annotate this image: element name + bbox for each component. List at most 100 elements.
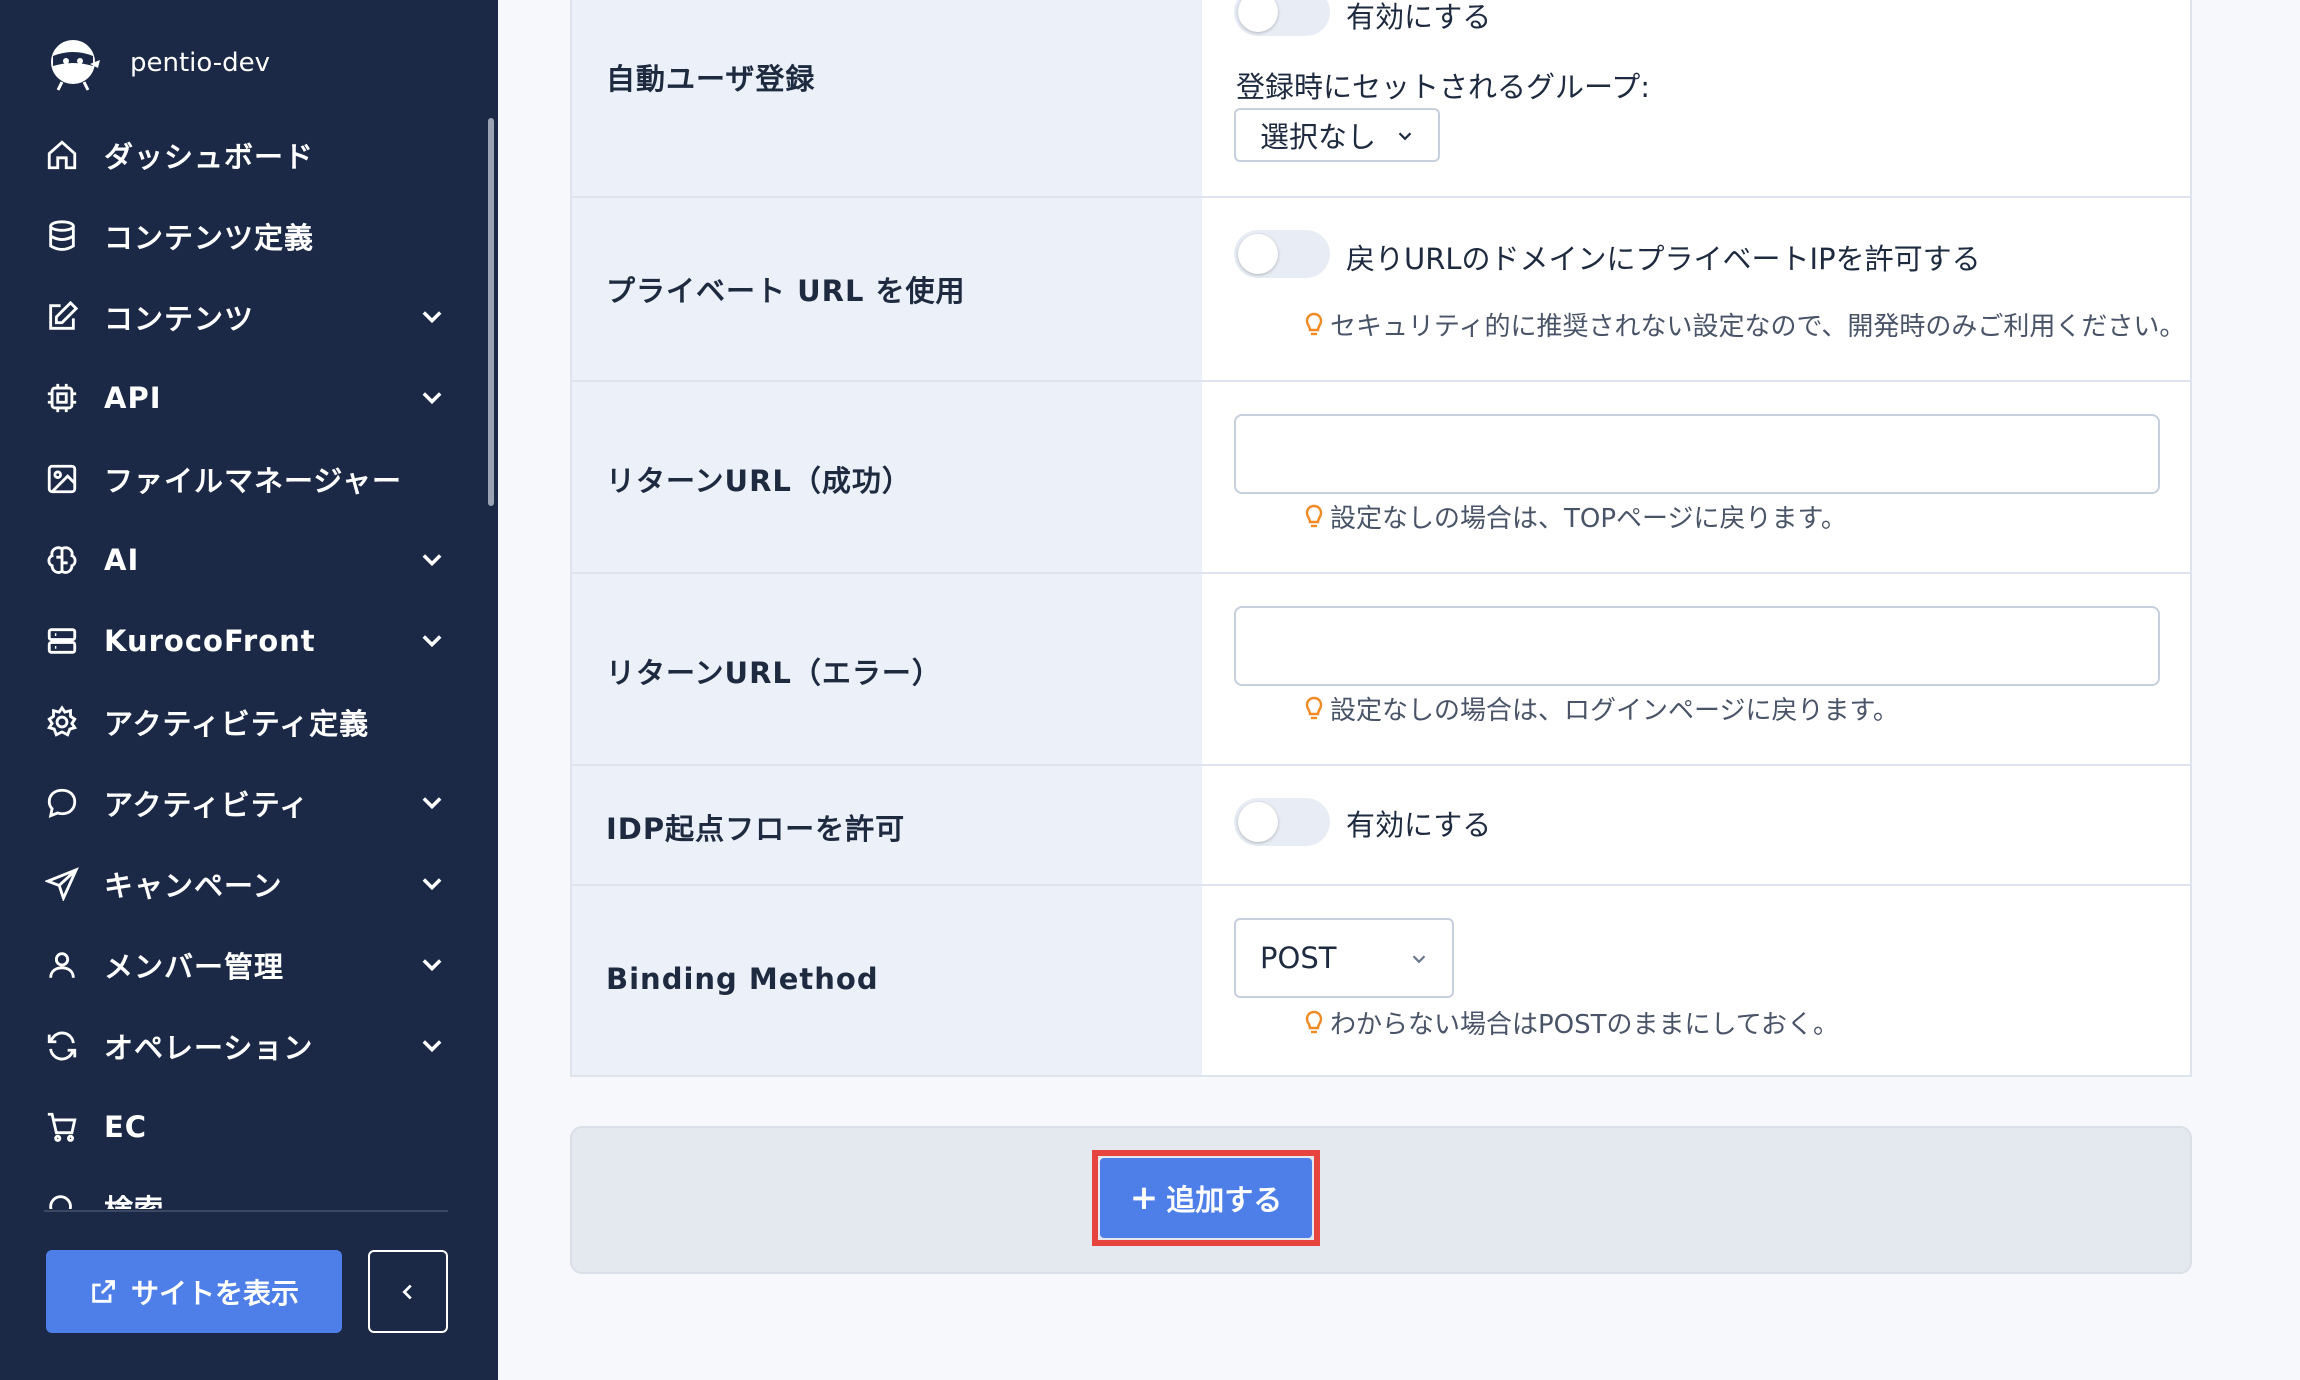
- private-url-label: プライベート URL を使用: [606, 274, 966, 308]
- image-icon: [44, 461, 80, 497]
- row-separator: [572, 572, 2192, 574]
- main-content: 自動ユーザ登録 有効にする 登録時にセットされるグループ: 選択なし プライベー…: [498, 0, 2300, 1380]
- site-name: pentio-dev: [130, 48, 271, 78]
- sidebar-item-contents[interactable]: コンテンツ: [0, 276, 470, 357]
- sidebar-item-activity[interactable]: アクティビティ: [0, 762, 470, 843]
- database-icon: [44, 218, 80, 254]
- gear-icon: [44, 704, 80, 740]
- private-url-hint: セキュリティ的に推奨されない設定なので、開発時のみご利用ください。: [1304, 306, 2185, 343]
- sidebar-item-content-definition[interactable]: コンテンツ定義: [0, 195, 470, 276]
- sidebar-item-label: KurocoFront: [104, 623, 316, 658]
- sidebar-item-kurocofront[interactable]: KurocoFront: [0, 600, 470, 681]
- row-separator: [572, 884, 2192, 886]
- idp-flow-toggle-text: 有効にする: [1346, 808, 1492, 842]
- sidebar-item-ec[interactable]: EC: [0, 1086, 470, 1167]
- group-select[interactable]: 選択なし: [1234, 108, 1440, 162]
- idp-flow-toggle[interactable]: [1234, 798, 1330, 846]
- cart-icon: [44, 1109, 80, 1145]
- chevron-down-icon: [418, 1031, 446, 1059]
- add-button[interactable]: + 追加する: [1100, 1158, 1312, 1238]
- sidebar-item-campaign[interactable]: キャンペーン: [0, 843, 470, 924]
- ninja-logo-icon: [51, 40, 100, 91]
- toggle-knob: [1238, 802, 1278, 842]
- sidebar: pentio-dev ダッシュボード コンテンツ定義 コンテンツ API ファイ…: [0, 0, 498, 1380]
- sidebar-item-operation[interactable]: オペレーション: [0, 1005, 470, 1086]
- private-url-toggle[interactable]: [1234, 230, 1330, 278]
- sidebar-scrollbar[interactable]: [488, 118, 494, 506]
- return-success-hint: 設定なしの場合は、TOPページに戻ります。: [1304, 498, 1847, 535]
- return-error-hint-text: 設定なしの場合は、ログインページに戻ります。: [1330, 696, 1899, 726]
- chevron-down-icon: [1398, 132, 1412, 141]
- sidebar-item-label: アクティビティ定義: [104, 706, 370, 741]
- chevron-down-icon: [1412, 955, 1426, 964]
- auto-register-label: 自動ユーザ登録: [606, 62, 816, 96]
- add-button-label: 追加する: [1166, 1183, 1283, 1217]
- sidebar-item-search[interactable]: 検索: [0, 1167, 470, 1209]
- send-icon: [44, 866, 80, 902]
- auto-register-toggle-text: 有効にする: [1346, 0, 1492, 34]
- chevron-down-icon: [418, 545, 446, 573]
- sidebar-item-label: ファイルマネージャー: [104, 463, 402, 498]
- label-column: [572, 0, 1202, 1075]
- external-link-icon: [92, 1279, 115, 1303]
- return-error-input[interactable]: [1234, 606, 2160, 686]
- sidebar-item-member-management[interactable]: メンバー管理: [0, 924, 470, 1005]
- group-label: 登録時にセットされるグループ:: [1236, 70, 1651, 104]
- refresh-icon: [44, 1028, 80, 1064]
- brain-icon: [44, 542, 80, 578]
- toggle-knob: [1238, 234, 1278, 274]
- view-site-button[interactable]: サイトを表示: [46, 1250, 342, 1333]
- sidebar-item-label: コンテンツ定義: [104, 220, 315, 255]
- sidebar-item-label: API: [104, 380, 162, 415]
- lightbulb-icon: [1305, 696, 1323, 719]
- plus-icon: +: [1129, 1178, 1159, 1218]
- chevron-down-icon: [418, 626, 446, 654]
- action-bar: [570, 1126, 2192, 1274]
- view-site-label: サイトを表示: [130, 1276, 299, 1310]
- edit-icon: [44, 299, 80, 335]
- lightbulb-icon: [1305, 312, 1323, 335]
- binding-method-hint-text: わからない場合はPOSTのままにしておく。: [1330, 1010, 1839, 1040]
- search-icon: [44, 1190, 80, 1209]
- chip-icon: [44, 380, 80, 416]
- home-icon: [44, 137, 80, 173]
- binding-method-label: Binding Method: [606, 962, 879, 996]
- collapse-sidebar-button[interactable]: [368, 1250, 448, 1333]
- sidebar-item-label: 検索: [104, 1187, 164, 1210]
- auto-register-toggle[interactable]: [1234, 0, 1330, 36]
- sidebar-nav: ダッシュボード コンテンツ定義 コンテンツ API ファイルマネージャー AI …: [0, 114, 470, 1209]
- return-error-label: リターンURL（エラー）: [606, 656, 942, 690]
- row-separator: [572, 380, 2192, 382]
- chevron-down-icon: [418, 302, 446, 330]
- binding-method-select[interactable]: POST: [1234, 918, 1454, 998]
- sidebar-item-label: ダッシュボード: [104, 139, 315, 174]
- sidebar-item-api[interactable]: API: [0, 357, 470, 438]
- chevron-down-icon: [418, 383, 446, 411]
- server-icon: [44, 623, 80, 659]
- binding-method-value: POST: [1260, 941, 1337, 975]
- group-select-value: 選択なし: [1260, 120, 1377, 154]
- user-icon: [44, 947, 80, 983]
- lightbulb-icon: [1305, 504, 1323, 527]
- return-success-hint-text: 設定なしの場合は、TOPページに戻ります。: [1330, 504, 1847, 534]
- return-success-label: リターンURL（成功）: [606, 464, 912, 498]
- sidebar-item-ai[interactable]: AI: [0, 519, 470, 600]
- sidebar-divider: [44, 1210, 448, 1212]
- sidebar-item-dashboard[interactable]: ダッシュボード: [0, 114, 470, 195]
- return-error-hint: 設定なしの場合は、ログインページに戻ります。: [1304, 690, 1899, 727]
- idp-flow-label: IDP起点フローを許可: [606, 812, 906, 846]
- return-success-input[interactable]: [1234, 414, 2160, 494]
- sidebar-item-activity-definition[interactable]: アクティビティ定義: [0, 681, 470, 762]
- row-separator: [572, 764, 2192, 766]
- sidebar-item-file-manager[interactable]: ファイルマネージャー: [0, 438, 470, 519]
- sidebar-item-label: メンバー管理: [104, 949, 285, 984]
- row-separator: [572, 196, 2192, 198]
- private-url-toggle-text: 戻りURLのドメインにプライベートIPを許可する: [1346, 242, 1981, 276]
- binding-method-hint: わからない場合はPOSTのままにしておく。: [1304, 1004, 1839, 1041]
- chevron-down-icon: [418, 950, 446, 978]
- sidebar-item-label: オペレーション: [104, 1030, 314, 1065]
- chevron-left-icon: [402, 1284, 412, 1299]
- private-url-hint-text: セキュリティ的に推奨されない設定なので、開発時のみご利用ください。: [1330, 312, 2186, 342]
- site-brand[interactable]: pentio-dev: [44, 34, 270, 92]
- lightbulb-icon: [1305, 1010, 1323, 1033]
